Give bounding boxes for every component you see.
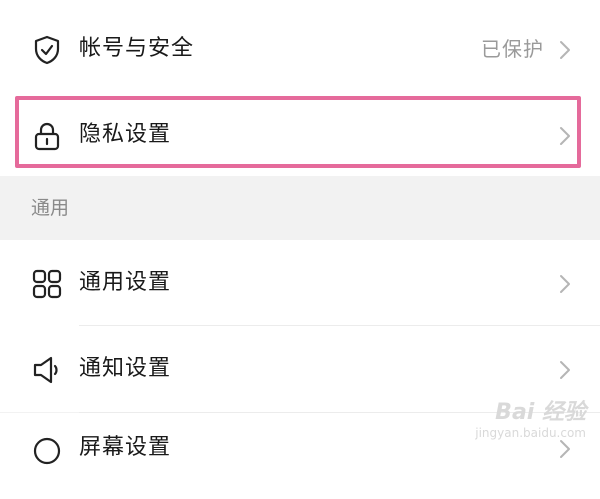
watermark-main: Bai 经验 [495, 400, 586, 425]
chevron-right-icon [560, 41, 570, 59]
chevron-right-icon [560, 275, 570, 293]
watermark-sub: jingyan.baidu.com [475, 426, 586, 440]
settings-row-account-security[interactable]: 帐号与安全 已保护 [0, 6, 600, 92]
shield-check-icon [34, 35, 60, 65]
section-header-label: 通用 [31, 197, 70, 219]
settings-row-label: 通知设置 [79, 356, 172, 381]
watermark: Bai 经验 jingyan.baidu.com [475, 394, 586, 440]
settings-row-label: 通用设置 [79, 270, 172, 295]
settings-row-label: 屏幕设置 [79, 435, 172, 460]
grid-icon [32, 269, 62, 299]
settings-row-label: 帐号与安全 [79, 36, 195, 61]
section-header-general: 通用 [0, 176, 600, 240]
chevron-right-icon [560, 361, 570, 379]
settings-row-value: 已保护 [481, 37, 544, 61]
chevron-right-icon [560, 440, 570, 458]
highlight-box [15, 96, 581, 168]
circle-icon [33, 437, 61, 465]
speaker-icon [33, 356, 58, 384]
settings-row-general[interactable]: 通用设置 [0, 240, 600, 326]
